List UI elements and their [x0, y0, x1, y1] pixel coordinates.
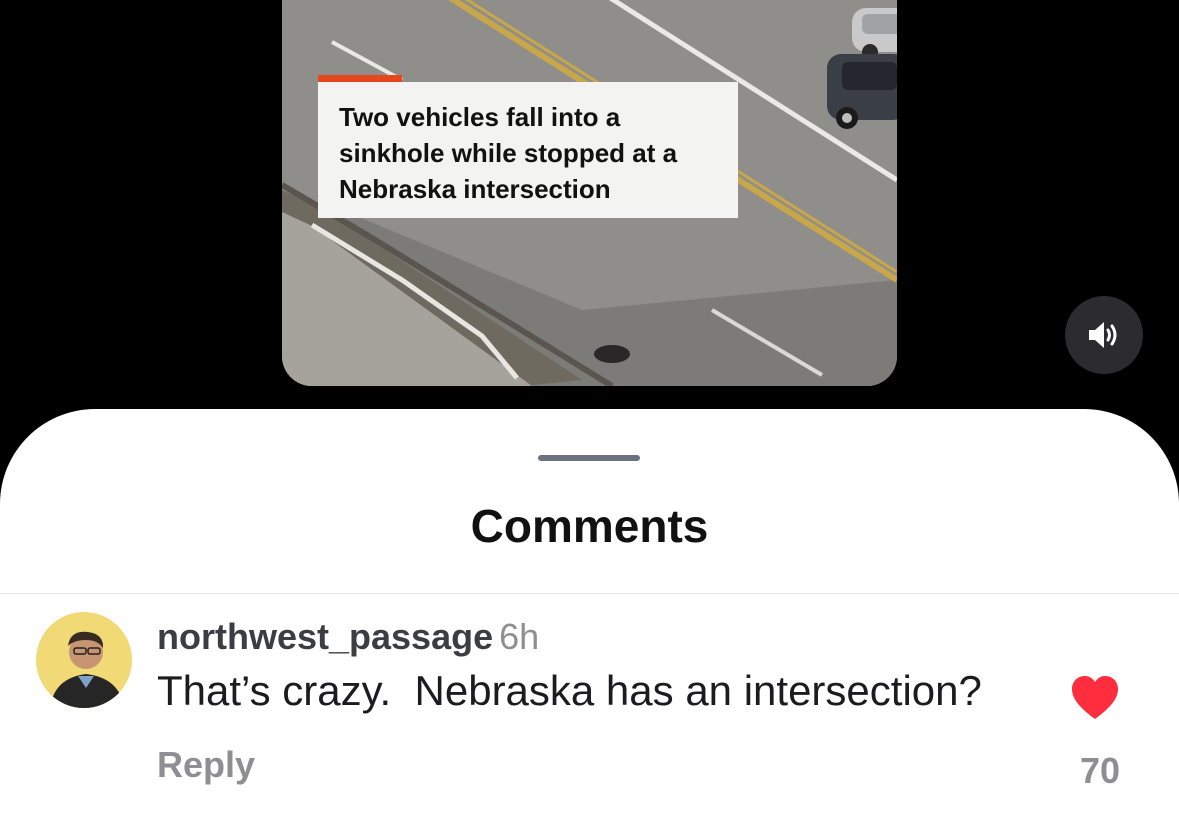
reply-button[interactable]: Reply — [157, 743, 255, 787]
avatar[interactable] — [36, 612, 132, 708]
profile-photo — [36, 612, 132, 708]
comment-item: northwest_passage 6h That’s crazy. Nebras… — [0, 603, 1179, 813]
like-count: 70 — [1079, 750, 1120, 791]
speaker-volume-icon — [1089, 322, 1117, 348]
comments-title: Comments — [470, 500, 709, 552]
comment-timestamp: 6h — [499, 616, 540, 657]
headline-text: Two vehicles fall into a sinkhole while … — [339, 102, 678, 204]
headline-accent-bar — [318, 75, 402, 82]
comment-username[interactable]: northwest_passage — [157, 616, 493, 657]
like-button[interactable] — [1070, 675, 1120, 721]
comment-meta: northwest_passage 6h — [157, 615, 539, 659]
sheet-grabber-handle[interactable] — [538, 455, 640, 461]
sheet-divider — [0, 593, 1179, 594]
video-player[interactable]: Two vehicles fall into a sinkhole while … — [282, 0, 897, 386]
heart-icon — [1072, 676, 1118, 719]
comment-text: That’s crazy. Nebraska has an intersecti… — [157, 667, 982, 714]
sound-toggle-button[interactable] — [1065, 296, 1143, 374]
headline-overlay: Two vehicles fall into a sinkhole while … — [318, 75, 738, 218]
comments-sheet: Comments northwest_passage 6h That’s craz… — [0, 409, 1179, 829]
